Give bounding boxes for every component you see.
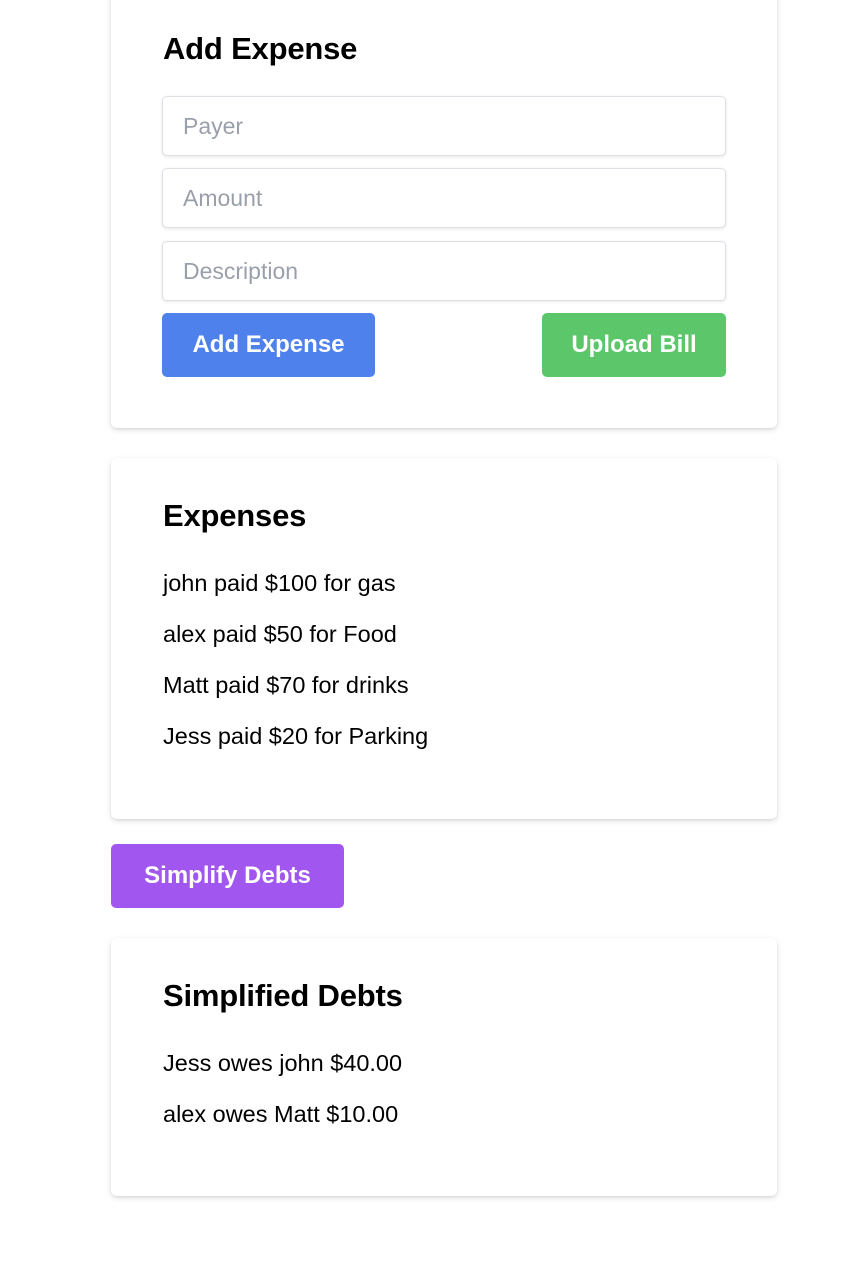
expenses-list: john paid $100 for gas alex paid $50 for… <box>163 558 428 762</box>
add-expense-title: Add Expense <box>163 31 358 66</box>
simplified-debts-card: Simplified Debts Jess owes john $40.00 a… <box>111 938 777 1196</box>
payer-input[interactable] <box>162 96 726 156</box>
expense-item: Jess paid $20 for Parking <box>163 723 429 749</box>
debt-item: alex owes Matt $10.00 <box>163 1101 399 1127</box>
simplified-debts-list: Jess owes john $40.00 alex owes Matt $10… <box>163 1038 402 1140</box>
simplify-debts-button[interactable]: Simplify Debts <box>111 844 344 908</box>
expense-item: Matt paid $70 for drinks <box>163 672 409 698</box>
amount-input[interactable] <box>162 168 726 228</box>
upload-bill-button[interactable]: Upload Bill <box>542 313 726 377</box>
description-input[interactable] <box>162 241 726 301</box>
expense-item: alex paid $50 for Food <box>163 621 397 647</box>
expense-item: john paid $100 for gas <box>163 570 396 596</box>
debt-item: Jess owes john $40.00 <box>163 1050 403 1076</box>
add-expense-card: Add Expense Add Expense Upload Bill <box>111 0 777 428</box>
expenses-card: Expenses john paid $100 for gas alex pai… <box>111 458 777 819</box>
add-expense-button[interactable]: Add Expense <box>162 313 375 377</box>
expenses-title: Expenses <box>163 498 307 533</box>
simplified-debts-title: Simplified Debts <box>163 978 403 1013</box>
